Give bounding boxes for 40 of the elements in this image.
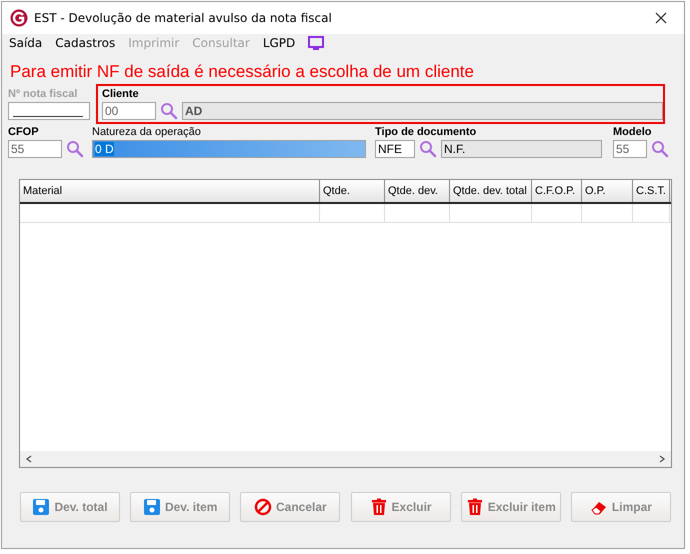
menu-item[interactable]: Saída	[9, 36, 42, 50]
field-label: CFOP	[8, 126, 40, 140]
monitor-icon[interactable]	[308, 36, 324, 50]
input-field[interactable]: 55	[8, 140, 62, 158]
input-field[interactable]: 00	[102, 102, 156, 120]
menu-item[interactable]: LGPD	[262, 36, 296, 50]
field-label: Tipo de documento	[375, 126, 478, 140]
input-field[interactable]: NFE	[375, 140, 415, 158]
input-field[interactable]: AD	[182, 102, 663, 120]
trash-can-icon	[370, 498, 388, 516]
prohibited-icon	[254, 498, 272, 516]
selected-text: 0 D	[95, 142, 114, 156]
input-field[interactable]: N.F.	[441, 140, 602, 158]
input-field[interactable]: 55	[613, 140, 647, 158]
field-label: Nº nota fiscal	[8, 88, 78, 102]
input-field[interactable]: 0 D	[92, 140, 366, 158]
column-header[interactable]: Qtde.	[320, 180, 385, 202]
column-header[interactable]: Material	[20, 180, 320, 202]
close-icon	[655, 12, 667, 24]
menu-item[interactable]: Cadastros	[55, 36, 116, 50]
trash-can-icon	[466, 498, 484, 516]
search-icon[interactable]	[66, 140, 84, 158]
window-title: EST - Devolução de material avulso da nota fiscal	[34, 11, 332, 25]
scroll-right-icon	[658, 455, 666, 463]
search-icon[interactable]	[160, 102, 178, 120]
input-field[interactable]	[8, 102, 90, 120]
search-icon[interactable]	[419, 140, 437, 158]
app-logo-icon	[10, 9, 28, 27]
field-label: Natureza da operação	[92, 126, 202, 140]
field-label: Modelo	[613, 126, 652, 140]
field-label: Cliente	[102, 88, 140, 102]
column-header[interactable]: C.F.O.P.	[532, 180, 582, 202]
column-header[interactable]: C.S.T.	[633, 180, 670, 202]
search-icon[interactable]	[651, 140, 669, 158]
scrollbar[interactable]	[20, 451, 671, 467]
column-header[interactable]: Qtde. dev. total	[450, 180, 532, 202]
warning-message: Para emitir NF de saída é necessário a escolha de um cliente	[10, 62, 475, 82]
scroll-left-icon	[25, 455, 33, 463]
column-header[interactable]: O.P.	[582, 180, 633, 202]
column-header[interactable]: Qtde. dev.	[385, 180, 450, 202]
